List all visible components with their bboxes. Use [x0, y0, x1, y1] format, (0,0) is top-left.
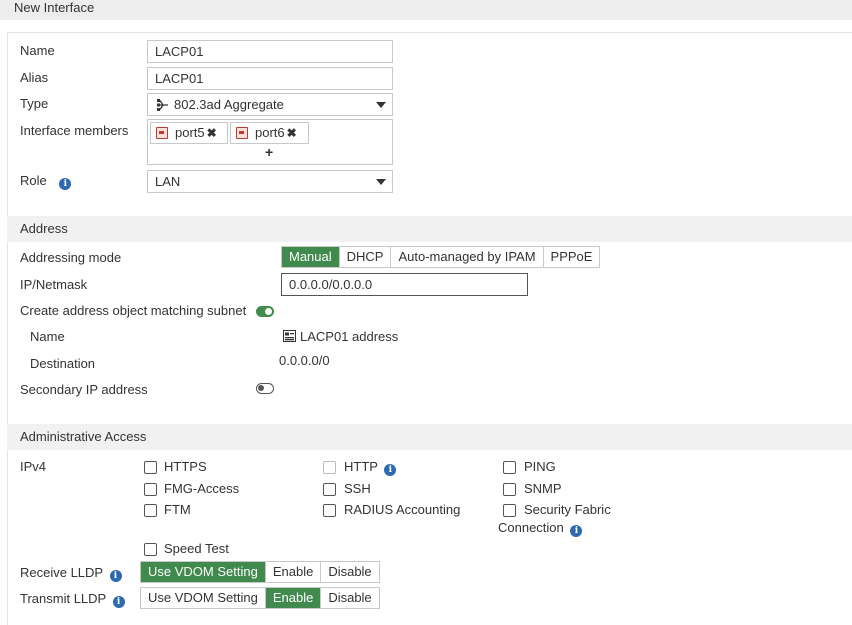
role-select-value: LAN	[155, 174, 181, 189]
form-panel	[7, 32, 852, 625]
http-checkbox[interactable]	[323, 461, 336, 474]
ipv4-label: IPv4	[20, 459, 47, 474]
security-fabric-checkbox[interactable]	[503, 504, 516, 517]
name-input[interactable]: LACP01	[147, 40, 393, 63]
receive-lldp-enable[interactable]: Enable	[266, 562, 322, 582]
transmit-lldp-enable[interactable]: Enable	[265, 588, 322, 608]
info-icon[interactable]: i	[112, 596, 125, 608]
ssh-checkbox[interactable]	[323, 483, 336, 496]
snmp-label: SNMP	[524, 481, 562, 496]
receive-lldp-label-text: Receive LLDP	[20, 565, 103, 580]
info-icon[interactable]: i	[384, 464, 397, 476]
transmit-lldp-label-text: Transmit LLDP	[20, 591, 106, 606]
object-name-value: LACP01 address	[300, 329, 399, 344]
address-object-icon	[283, 330, 296, 342]
remove-icon[interactable]: ✖	[207, 126, 217, 140]
create-object-toggle[interactable]	[256, 306, 274, 317]
receive-lldp-selector[interactable]: Use VDOM Setting Enable Disable	[140, 561, 380, 583]
member-chip[interactable]: port5 ✖	[150, 122, 228, 144]
radius-accounting-checkbox[interactable]	[323, 504, 336, 517]
member-label: port5	[175, 125, 205, 140]
addressing-mode-label: Addressing mode	[20, 250, 122, 265]
mode-pppoe[interactable]: PPPoE	[544, 247, 600, 267]
create-object-label: Create address object matching subnet	[20, 303, 247, 318]
address-section-header: Address	[7, 216, 852, 242]
receive-lldp-vdom[interactable]: Use VDOM Setting	[141, 562, 266, 582]
transmit-lldp-disable[interactable]: Disable	[321, 588, 378, 608]
receive-lldp-label: Receive LLDP i	[20, 565, 122, 582]
alias-label: Alias	[20, 70, 49, 85]
security-fabric-label: Security Fabric	[524, 502, 611, 517]
destination-value: 0.0.0.0/0	[279, 353, 330, 368]
info-icon[interactable]: i	[570, 525, 583, 537]
ping-label: PING	[524, 459, 556, 474]
radius-accounting-label: RADIUS Accounting	[344, 502, 461, 517]
secondary-ip-toggle[interactable]	[256, 383, 274, 394]
alias-input[interactable]: LACP01	[147, 67, 393, 90]
window-title: New Interface	[0, 0, 852, 20]
destination-label: Destination	[30, 356, 96, 371]
http-label-text: HTTP	[344, 459, 378, 474]
members-box[interactable]: port5 ✖ port6 ✖ +	[147, 119, 393, 165]
role-label-text: Role	[20, 173, 47, 188]
port-icon	[156, 127, 168, 139]
chevron-down-icon	[376, 102, 386, 108]
info-icon[interactable]: i	[109, 570, 122, 582]
transmit-lldp-selector[interactable]: Use VDOM Setting Enable Disable	[140, 587, 380, 609]
type-select-value: 802.3ad Aggregate	[174, 97, 284, 112]
type-select[interactable]: 802.3ad Aggregate	[147, 93, 393, 116]
mode-ipam[interactable]: Auto-managed by IPAM	[391, 247, 544, 267]
fmg-access-checkbox[interactable]	[144, 483, 157, 496]
speed-test-label: Speed Test	[164, 541, 229, 556]
security-fabric-label-text: Connection	[498, 520, 564, 535]
mode-dhcp[interactable]: DHCP	[340, 247, 392, 267]
info-icon[interactable]: i	[59, 178, 72, 190]
admin-access-section-header: Administrative Access	[7, 424, 852, 450]
members-label: Interface members	[20, 123, 129, 138]
role-select[interactable]: LAN	[147, 170, 393, 193]
https-checkbox[interactable]	[144, 461, 157, 474]
mode-manual[interactable]: Manual	[282, 247, 340, 267]
chevron-down-icon	[376, 179, 386, 185]
remove-icon[interactable]: ✖	[287, 126, 297, 140]
secondary-ip-label: Secondary IP address	[20, 382, 148, 397]
ftm-checkbox[interactable]	[144, 504, 157, 517]
type-label: Type	[20, 96, 49, 111]
add-member-button[interactable]: +	[265, 144, 273, 160]
transmit-lldp-label: Transmit LLDP i	[20, 591, 125, 608]
ftm-label: FTM	[164, 502, 191, 517]
name-label: Name	[20, 43, 55, 58]
fmg-access-label: FMG-Access	[164, 481, 240, 496]
addressing-mode-selector[interactable]: Manual DHCP Auto-managed by IPAM PPPoE	[281, 246, 601, 268]
speed-test-checkbox[interactable]	[144, 543, 157, 556]
object-name-label: Name	[30, 329, 65, 344]
http-label: HTTP i	[344, 459, 397, 476]
ping-checkbox[interactable]	[503, 461, 516, 474]
aggregate-icon	[157, 99, 168, 111]
snmp-checkbox[interactable]	[503, 483, 516, 496]
member-chip[interactable]: port6 ✖	[230, 122, 309, 144]
https-label: HTTPS	[164, 459, 207, 474]
receive-lldp-disable[interactable]: Disable	[321, 562, 378, 582]
transmit-lldp-vdom[interactable]: Use VDOM Setting	[141, 588, 266, 608]
port-icon	[236, 127, 248, 139]
member-label: port6	[255, 125, 285, 140]
ip-netmask-label: IP/Netmask	[20, 277, 88, 292]
ip-netmask-input[interactable]: 0.0.0.0/0.0.0.0	[281, 273, 528, 296]
security-fabric-label-line2: Connection i	[498, 520, 583, 537]
ssh-label: SSH	[344, 481, 371, 496]
role-label: Role i	[20, 173, 72, 190]
